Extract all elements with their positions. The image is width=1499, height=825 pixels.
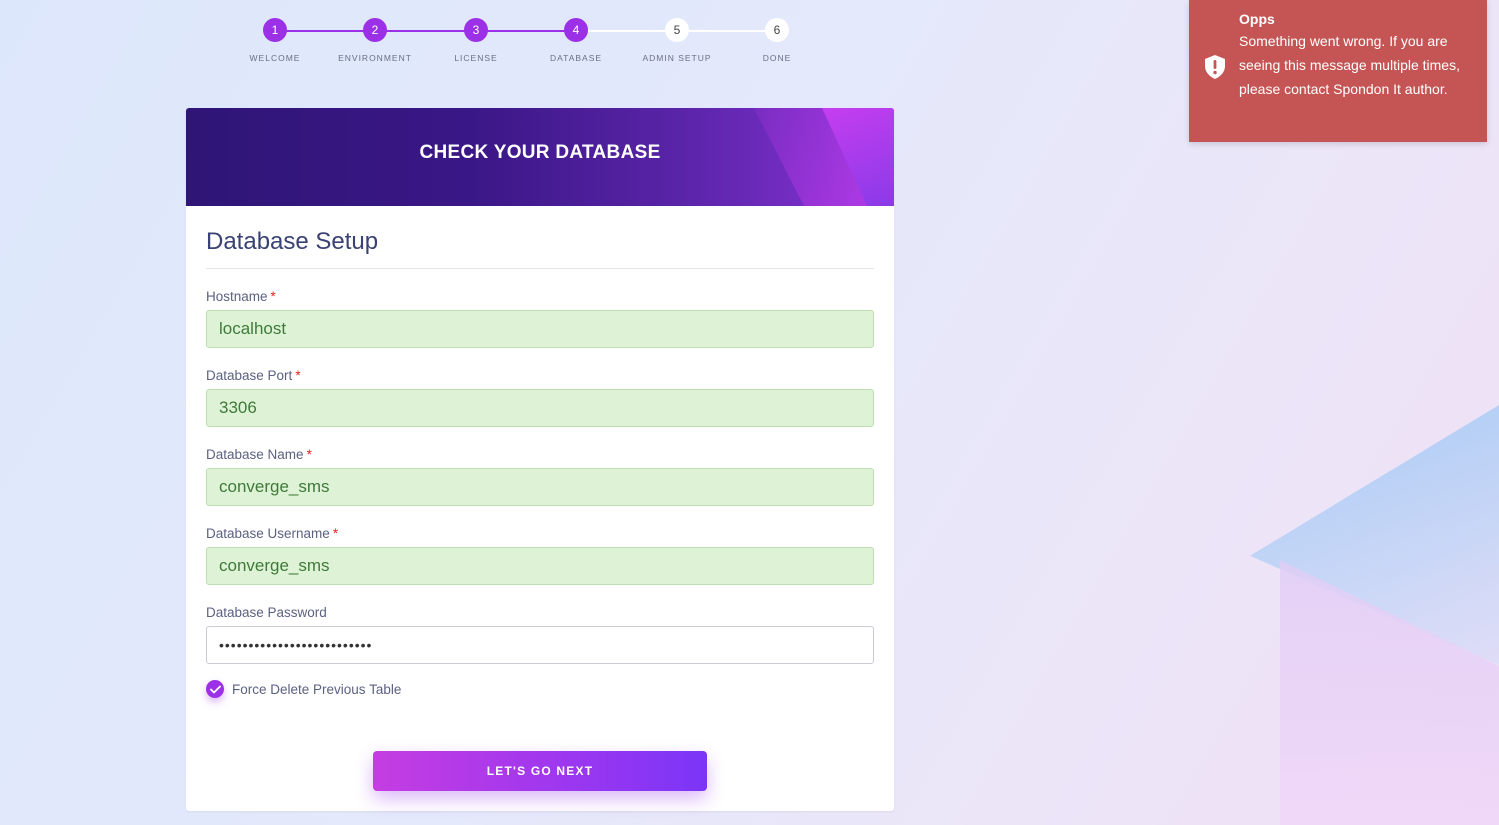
- step-number: 2: [363, 18, 387, 42]
- lets-go-next-button[interactable]: LET'S GO NEXT: [373, 751, 707, 791]
- step-number: 3: [464, 18, 488, 42]
- force-delete-label: Force Delete Previous Table: [232, 681, 402, 697]
- step-welcome: 1 WELCOME: [225, 18, 325, 63]
- step-environment: 2 ENVIRONMENT: [325, 18, 425, 63]
- label-text: Hostname: [206, 289, 268, 304]
- step-done: 6 DONE: [727, 18, 827, 63]
- step-label: ENVIRONMENT: [338, 53, 412, 63]
- hostname-label: Hostname *: [206, 289, 874, 304]
- step-label: LICENSE: [454, 53, 498, 63]
- database-name-input[interactable]: [206, 468, 874, 506]
- required-mark: *: [295, 368, 301, 383]
- hostname-input[interactable]: [206, 310, 874, 348]
- force-delete-checkbox[interactable]: [206, 680, 224, 698]
- username-group: Database Username *: [206, 526, 874, 585]
- toast-title: Opps: [1239, 11, 1275, 27]
- step-number: 4: [564, 18, 588, 42]
- password-label: Database Password: [206, 605, 327, 620]
- checkmark-icon: [209, 685, 221, 693]
- database-password-input[interactable]: [206, 626, 874, 664]
- force-delete-row[interactable]: Force Delete Previous Table: [206, 680, 874, 698]
- step-admin-setup: 5 ADMIN SETUP: [627, 18, 727, 63]
- required-mark: *: [270, 289, 276, 304]
- step-database: 4 DATABASE: [526, 18, 626, 63]
- database-setup-card: CHECK YOUR DATABASE Database Setup Hostn…: [186, 108, 894, 811]
- password-group: Database Password: [206, 605, 874, 664]
- step-label: WELCOME: [249, 53, 301, 63]
- card-title: CHECK YOUR DATABASE: [419, 142, 661, 163]
- section-title: Database Setup: [206, 228, 874, 269]
- dbname-label: Database Name *: [206, 447, 874, 462]
- port-input[interactable]: [206, 389, 874, 427]
- port-group: Database Port *: [206, 368, 874, 427]
- label-text: Database Username: [206, 526, 330, 541]
- required-mark: *: [306, 447, 312, 462]
- toast-message: Something went wrong. If you are seeing …: [1239, 33, 1460, 97]
- step-number: 6: [765, 18, 789, 42]
- username-label: Database Username *: [206, 526, 874, 541]
- card-header: CHECK YOUR DATABASE: [186, 108, 894, 206]
- hostname-group: Hostname *: [206, 289, 874, 348]
- step-label: DONE: [762, 53, 792, 63]
- shield-exclamation-icon: [1203, 54, 1227, 85]
- step-number: 5: [665, 18, 689, 42]
- step-number: 1: [263, 18, 287, 42]
- label-text: Database Name: [206, 447, 304, 462]
- step-label: DATABASE: [549, 53, 603, 63]
- progress-stepper: 1 WELCOME 2 ENVIRONMENT 3 LICENSE 4 DATA…: [225, 18, 828, 78]
- step-label: ADMIN SETUP: [642, 53, 712, 63]
- label-text: Database Port: [206, 368, 293, 383]
- step-license: 3 LICENSE: [426, 18, 526, 63]
- database-username-input[interactable]: [206, 547, 874, 585]
- required-mark: *: [332, 526, 339, 541]
- port-label: Database Port *: [206, 368, 874, 383]
- error-toast[interactable]: Opps Something went wrong. If you are se…: [1189, 0, 1487, 142]
- dbname-group: Database Name *: [206, 447, 874, 506]
